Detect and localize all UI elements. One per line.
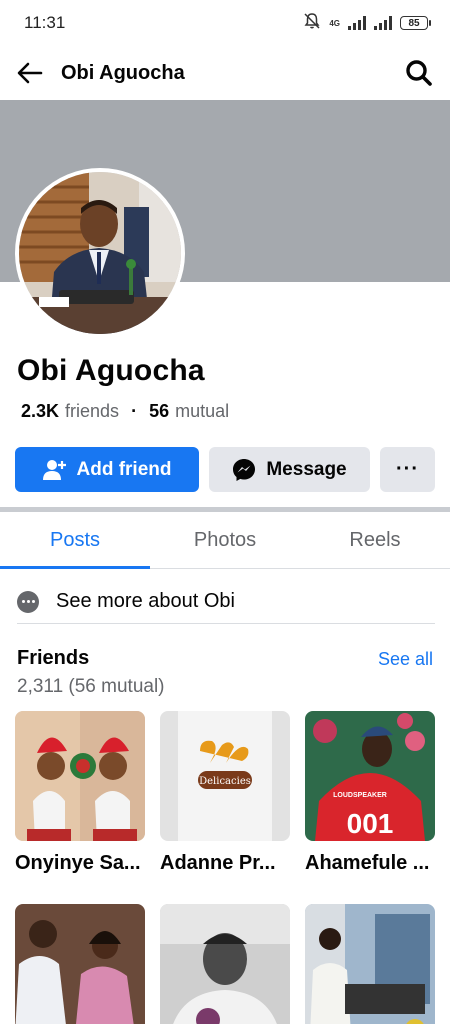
avatar xyxy=(19,172,181,334)
back-button[interactable] xyxy=(14,57,46,89)
brand-logo-text: Delicacies xyxy=(199,776,251,787)
arrow-left-icon xyxy=(17,62,43,84)
tab-posts[interactable]: Posts xyxy=(0,512,150,569)
more-dots-icon: ··· xyxy=(396,458,419,480)
friend-photo xyxy=(15,904,145,1024)
profile-photo[interactable] xyxy=(15,168,185,338)
message-button[interactable]: Message xyxy=(209,447,370,492)
network-type: 4G xyxy=(329,18,340,28)
friend-photo xyxy=(305,904,435,1024)
friend-name: Ahamefule ... xyxy=(305,852,430,874)
mutual-label: mutual xyxy=(175,401,230,421)
mutual-count: 56 xyxy=(149,401,170,421)
status-bar: 11:31 4G 85 xyxy=(0,0,450,46)
see-more-about-label: See more about Obi xyxy=(56,590,235,612)
friend-card[interactable] xyxy=(15,904,145,1024)
tab-reels[interactable]: Reels xyxy=(300,512,450,568)
header-title: Obi Aguocha xyxy=(61,61,185,84)
search-icon xyxy=(406,60,432,86)
profile-name: Obi Aguocha xyxy=(17,354,205,387)
friend-card[interactable]: Delicacies Adanne Pr... xyxy=(160,711,290,875)
friend-card[interactable] xyxy=(305,904,435,1024)
friends-section-title: Friends xyxy=(17,647,90,669)
search-button[interactable] xyxy=(402,56,436,90)
more-horizontal-icon xyxy=(17,590,39,613)
battery-icon: 85 xyxy=(400,16,431,30)
message-label: Message xyxy=(266,458,347,480)
svg-text:001: 001 xyxy=(347,808,394,839)
status-icons: 4G 85 xyxy=(303,12,431,35)
see-more-about-row[interactable]: See more about Obi xyxy=(17,580,435,624)
profile-actions: Add friend Message ··· xyxy=(15,447,435,492)
friend-photo xyxy=(160,904,290,1024)
signal-icon xyxy=(348,16,366,30)
signal-icon xyxy=(374,16,392,30)
friend-photo: 001 LOUDSPEAKER xyxy=(305,711,435,841)
status-time: 11:31 xyxy=(24,13,66,32)
friend-card[interactable]: Onyinye Sa... xyxy=(15,711,145,875)
add-friend-label: Add friend xyxy=(76,458,172,480)
friends-total-count: 2,311 (56 mutual) xyxy=(17,676,165,697)
profile-stats: 2.3K friends · 56 mutual xyxy=(21,401,229,422)
friend-photo xyxy=(15,711,145,841)
friend-name: Onyinye Sa... xyxy=(15,852,141,874)
friends-count: 2.3K xyxy=(21,401,60,421)
messenger-icon xyxy=(232,458,256,482)
stats-separator: · xyxy=(131,401,138,421)
profile-tabs: Posts Photos Reels xyxy=(0,512,450,569)
tab-photos[interactable]: Photos xyxy=(150,512,300,568)
friends-label: friends xyxy=(65,401,120,421)
more-options-button[interactable]: ··· xyxy=(380,447,435,492)
see-all-friends-link[interactable]: See all xyxy=(378,649,433,670)
friend-photo: Delicacies xyxy=(160,711,290,841)
add-friend-button[interactable]: Add friend xyxy=(15,447,199,492)
top-app-bar: Obi Aguocha xyxy=(0,46,450,100)
friend-card[interactable]: 001 LOUDSPEAKER Ahamefule ... xyxy=(305,711,435,875)
bell-muted-icon xyxy=(303,12,321,35)
add-person-icon xyxy=(42,459,67,481)
friend-name: Adanne Pr... xyxy=(160,852,276,874)
svg-text:LOUDSPEAKER: LOUDSPEAKER xyxy=(333,792,387,799)
friend-card[interactable] xyxy=(160,904,290,1024)
